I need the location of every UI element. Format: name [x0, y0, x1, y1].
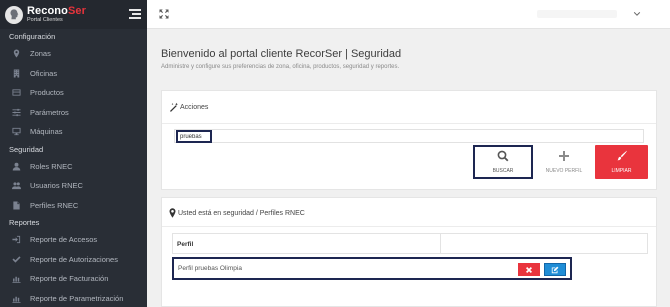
paintbrush-icon — [617, 150, 627, 161]
chevron-down-icon[interactable] — [633, 10, 641, 18]
column-header-actions — [441, 234, 445, 253]
expand-icon[interactable] — [159, 9, 169, 19]
sidebar-item-productos[interactable]: Productos — [0, 83, 147, 103]
page-subtitle: Administre y configure sus preferencias … — [161, 64, 400, 70]
search-field-container[interactable] — [174, 129, 644, 143]
menu-toggle-icon[interactable] — [129, 9, 141, 19]
main-content: Bienvenido al portal cliente RecorSer | … — [147, 29, 670, 307]
divider — [162, 123, 656, 124]
close-icon — [526, 266, 532, 273]
sidebar-item-roles-rnec[interactable]: Roles RNEC — [0, 157, 147, 177]
search-button-label: BUSCAR — [492, 168, 514, 174]
sidebar-item-label: Reporte de Autorizaciones — [30, 254, 118, 264]
sidebar: ReconoSer Portal Clientes Configuración … — [0, 0, 147, 307]
search-icon — [497, 150, 509, 162]
section-title-configuracion: Configuración — [9, 32, 56, 41]
plus-icon — [559, 151, 569, 161]
search-input[interactable] — [176, 130, 212, 143]
sign-in-icon — [11, 235, 21, 244]
sidebar-item-label: Roles RNEC — [30, 161, 73, 171]
map-marker-icon — [169, 208, 176, 218]
clear-button-label: LIMPIAR — [611, 168, 632, 174]
brand-logo-icon — [5, 5, 23, 24]
actions-header: Acciones — [169, 102, 208, 112]
chart-icon — [11, 294, 21, 303]
list-icon — [11, 88, 21, 97]
page-title: Bienvenido al portal cliente RecorSer | … — [161, 48, 402, 60]
file-icon — [11, 201, 21, 210]
actions-heading: Acciones — [180, 103, 209, 111]
sidebar-item-label: Reporte de Facturación — [30, 274, 109, 284]
sidebar-item-reporte-parametrizacion[interactable]: Reporte de Parametrización — [0, 289, 147, 307]
chart-icon — [11, 274, 21, 284]
section-title-reportes: Reportes — [9, 218, 40, 227]
clear-button[interactable]: LIMPIAR — [595, 145, 648, 179]
brand-text: ReconoSer Portal Clientes — [27, 4, 86, 24]
edit-button[interactable] — [544, 263, 566, 276]
sidebar-item-zonas[interactable]: Zonas — [0, 44, 147, 64]
breadcrumb: Usted está en seguridad / Perfiles RNEC — [178, 209, 305, 217]
actions-panel: Acciones BUSCAR NUEVO PERFIL LIMPIAR — [161, 90, 657, 190]
user-info[interactable] — [537, 10, 617, 18]
table-header-row: Perfil — [172, 233, 648, 254]
brand-subtitle: Portal Clientes — [27, 16, 63, 23]
sidebar-item-label: Reporte de Accesos — [30, 235, 98, 245]
user-icon — [11, 162, 21, 171]
section-title-seguridad: Seguridad — [9, 144, 44, 154]
sidebar-item-reporte-autorizaciones[interactable]: Reporte de Autorizaciones — [0, 250, 147, 270]
topbar — [147, 0, 670, 29]
sidebar-item-oficinas[interactable]: Oficinas — [0, 64, 147, 84]
users-icon — [11, 181, 21, 190]
sidebar-item-reporte-facturacion[interactable]: Reporte de Facturación — [0, 269, 147, 289]
profiles-header: Usted está en seguridad / Perfiles RNEC — [169, 208, 305, 218]
magic-wand-icon — [170, 102, 178, 112]
sidebar-item-label: Usuarios RNEC — [30, 181, 83, 191]
sidebar-item-label: Perfiles RNEC — [30, 200, 79, 210]
map-marker-icon — [11, 49, 21, 58]
brand-name: ReconoSer — [27, 4, 86, 17]
sidebar-item-perfiles-rnec[interactable]: Perfiles RNEC — [0, 196, 147, 216]
sidebar-item-label: Máquinas — [30, 127, 63, 137]
sidebar-item-parametros[interactable]: Parámetros — [0, 103, 147, 123]
sidebar-item-usuarios-rnec[interactable]: Usuarios RNEC — [0, 176, 147, 196]
sidebar-item-label: Zonas — [30, 49, 51, 59]
sliders-icon — [11, 108, 21, 117]
new-profile-button[interactable]: NUEVO PERFIL — [539, 145, 589, 179]
column-header-perfil: Perfil — [173, 234, 441, 253]
check-icon — [11, 255, 21, 264]
profiles-table: Perfil Perfil pruebas Olimpia — [172, 233, 648, 280]
sidebar-item-reporte-accesos[interactable]: Reporte de Accesos — [0, 230, 147, 250]
new-profile-button-label: NUEVO PERFIL — [545, 168, 583, 174]
delete-button[interactable] — [518, 263, 540, 276]
brand-name-accent: Ser — [67, 4, 86, 17]
profile-name-cell: Perfil pruebas Olimpia — [178, 265, 242, 272]
sidebar-item-maquinas[interactable]: Máquinas — [0, 122, 147, 142]
divider — [162, 226, 656, 227]
sidebar-item-label: Oficinas — [30, 68, 58, 78]
building-icon — [11, 69, 21, 78]
profiles-panel: Usted está en seguridad / Perfiles RNEC … — [161, 197, 657, 307]
brand-bar: ReconoSer Portal Clientes — [0, 0, 147, 29]
brand-name-primary: Recono — [27, 4, 68, 17]
search-button[interactable]: BUSCAR — [473, 145, 533, 179]
table-row: Perfil pruebas Olimpia — [172, 257, 572, 280]
sidebar-item-label: Productos — [30, 88, 64, 98]
desktop-icon — [11, 127, 21, 136]
sidebar-item-label: Parámetros — [30, 107, 69, 117]
edit-icon — [551, 266, 559, 273]
sidebar-item-label: Reporte de Parametrización — [30, 293, 124, 303]
